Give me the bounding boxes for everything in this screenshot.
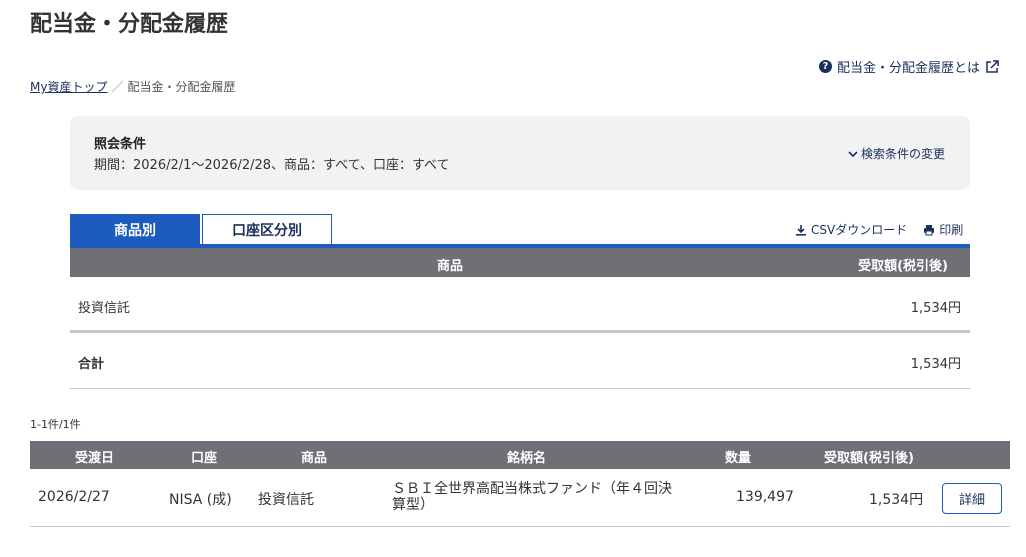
table-tools: CSVダウンロード 印刷 [795,221,963,238]
question-circle-icon: ? [819,60,832,73]
header-account: 口座 [191,451,218,466]
header-product: 商品 [437,259,464,274]
csv-download-label: CSVダウンロード [811,223,908,237]
cell-quantity: 139,497 [736,489,794,505]
header-amount: 受取額(税引後) [824,451,914,466]
breadcrumb-separator: ／ [111,80,124,94]
help-link[interactable]: ? 配当金・分配金履歴とは [819,57,999,76]
download-icon [796,224,806,236]
print-button[interactable]: 印刷 [923,221,963,238]
cell-fund-name: ＳＢＩ全世界高配当株式ファンド（年４回決算型） [392,481,672,513]
chevron-down-icon [848,150,858,157]
change-conditions-label: 検索条件の変更 [861,147,946,161]
cell-amount: 1,534円 [869,492,924,508]
cell-account: NISA (成) [169,492,232,508]
cell-product: 投資信託 [258,492,314,508]
summary-table-header: 商品 受取額(税引後) [70,248,970,277]
header-product: 商品 [301,451,328,466]
total-amount: 1,534円 [910,357,961,372]
conditions-title: 照会条件 [94,137,147,152]
total-label: 合計 [78,357,105,372]
result-count: 1-1件/1件 [30,418,81,431]
detail-table-header: 受渡日 口座 商品 銘柄名 数量 受取額(税引後) [30,441,1010,469]
summary-table: 商品 受取額(税引後) 投資信託 1,534円 合計 1,534円 [70,248,970,389]
tab-by-product[interactable]: 商品別 [70,214,200,245]
header-amount: 受取額(税引後) [858,259,948,274]
change-conditions-button[interactable]: 検索条件の変更 [848,145,945,162]
total-row: 合計 1,534円 [70,333,970,389]
breadcrumb-home-link[interactable]: My資産トップ [30,78,107,95]
external-link-icon [986,59,999,73]
header-quantity: 数量 [725,451,752,466]
table-row: 投資信託 1,534円 [70,277,970,333]
header-date: 受渡日 [75,451,115,466]
cell-amount: 1,534円 [910,301,961,316]
search-conditions-panel: 照会条件 期間：2026/2/1～2026/2/28、商品：すべて、口座：すべて… [70,116,970,190]
detail-button[interactable]: 詳細 [942,483,1002,514]
cell-date: 2026/2/27 [38,489,110,505]
csv-download-button[interactable]: CSVダウンロード [795,221,907,238]
conditions-text: 期間：2026/2/1～2026/2/28、商品：すべて、口座：すべて [94,158,450,173]
printer-icon [924,224,935,235]
header-name: 銘柄名 [507,451,547,466]
tab-by-account-type[interactable]: 口座区分別 [202,214,332,245]
breadcrumb-current: 配当金・分配金履歴 [127,80,236,94]
table-row: 2026/2/27 NISA (成) 投資信託 ＳＢＩ全世界高配当株式ファンド（… [30,469,1010,527]
cell-product: 投資信託 [78,301,131,316]
page-title: 配当金・分配金履歴 [30,12,229,37]
help-link-label: 配当金・分配金履歴とは [837,61,981,76]
breadcrumb: My資産トップ ／ 配当金・分配金履歴 [30,78,236,95]
print-label: 印刷 [939,223,964,237]
